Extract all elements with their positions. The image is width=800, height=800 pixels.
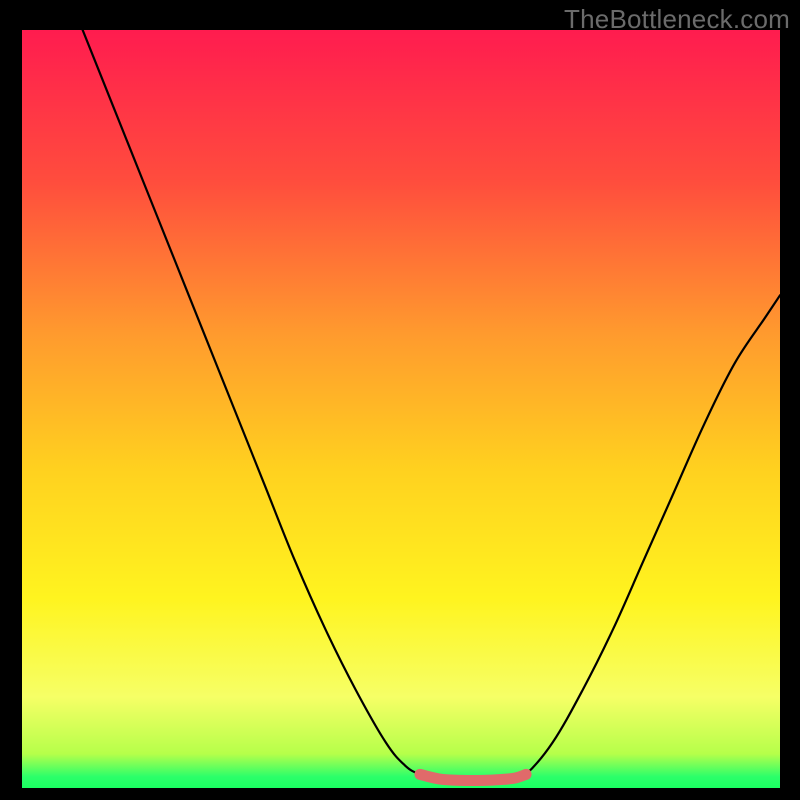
chart-frame: TheBottleneck.com	[0, 0, 800, 800]
plot-area	[22, 30, 780, 788]
flat-minimum-marker	[420, 774, 526, 780]
gradient-background	[22, 30, 780, 788]
chart-svg	[22, 30, 780, 788]
